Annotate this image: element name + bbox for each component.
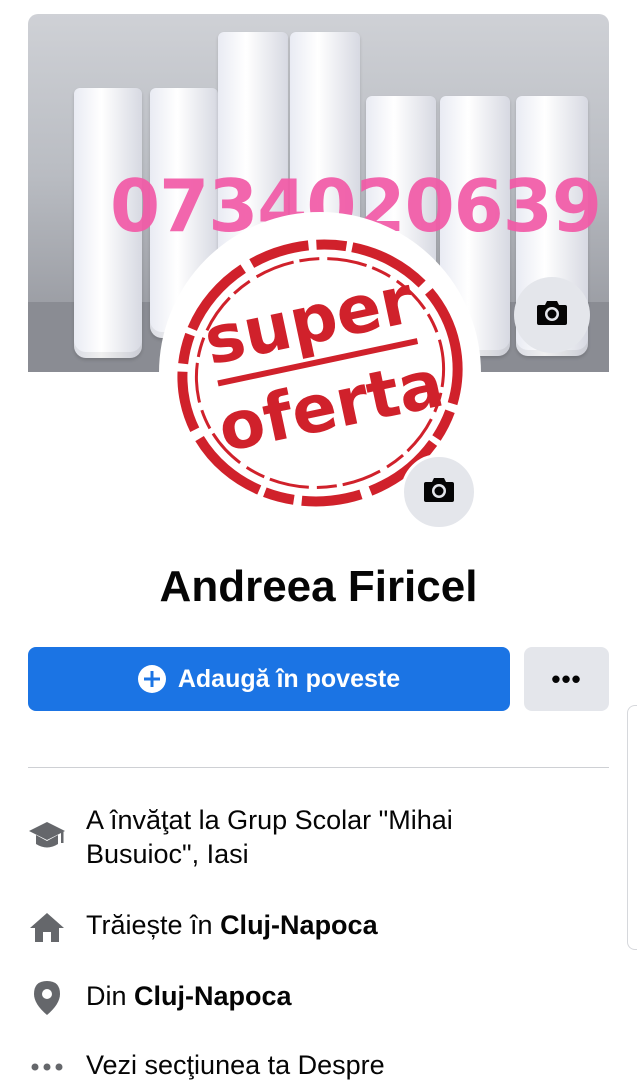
education-text: A învăţat la Grup Scolar "Mihai Busuioc"…	[86, 805, 453, 869]
more-dots-label: •••	[551, 663, 582, 694]
profile-name: Andreea Firicel	[159, 562, 478, 611]
location-pin-icon	[28, 979, 66, 1017]
from-text: Din Cluj-Napoca	[86, 979, 526, 1013]
intro-about-row[interactable]: Vezi secţiunea ta Despre	[28, 1048, 526, 1080]
edit-profile-picture-camera-button[interactable]	[401, 454, 477, 530]
camera-icon	[536, 299, 568, 332]
lives-in-city-link[interactable]: Cluj-Napoca	[220, 910, 378, 940]
graduation-cap-icon	[28, 817, 66, 855]
camera-icon	[423, 476, 455, 509]
divider	[28, 767, 609, 768]
intro-education-row: A învăţat la Grup Scolar "Mihai Busuioc"…	[28, 803, 526, 871]
add-to-story-button[interactable]: Adaugă în poveste	[28, 647, 510, 711]
see-about-link[interactable]: Vezi secţiunea ta Despre	[86, 1048, 526, 1080]
plus-circle-icon	[137, 665, 166, 693]
home-icon	[28, 908, 66, 946]
lives-in-text: Trăiește în Cluj-Napoca	[86, 908, 526, 942]
intro-lives-in-row: Trăiește în Cluj-Napoca	[28, 908, 526, 946]
more-options-button[interactable]: •••	[524, 647, 609, 711]
edit-cover-camera-button[interactable]	[514, 277, 590, 353]
from-city-link[interactable]: Cluj-Napoca	[134, 981, 292, 1011]
scroll-edge-handle[interactable]	[627, 705, 637, 950]
add-to-story-label: Adaugă în poveste	[177, 664, 401, 693]
more-dots-icon	[28, 1048, 66, 1080]
lives-in-prefix: Trăiește în	[86, 910, 221, 940]
from-prefix: Din	[86, 981, 135, 1011]
intro-from-row: Din Cluj-Napoca	[28, 979, 526, 1017]
